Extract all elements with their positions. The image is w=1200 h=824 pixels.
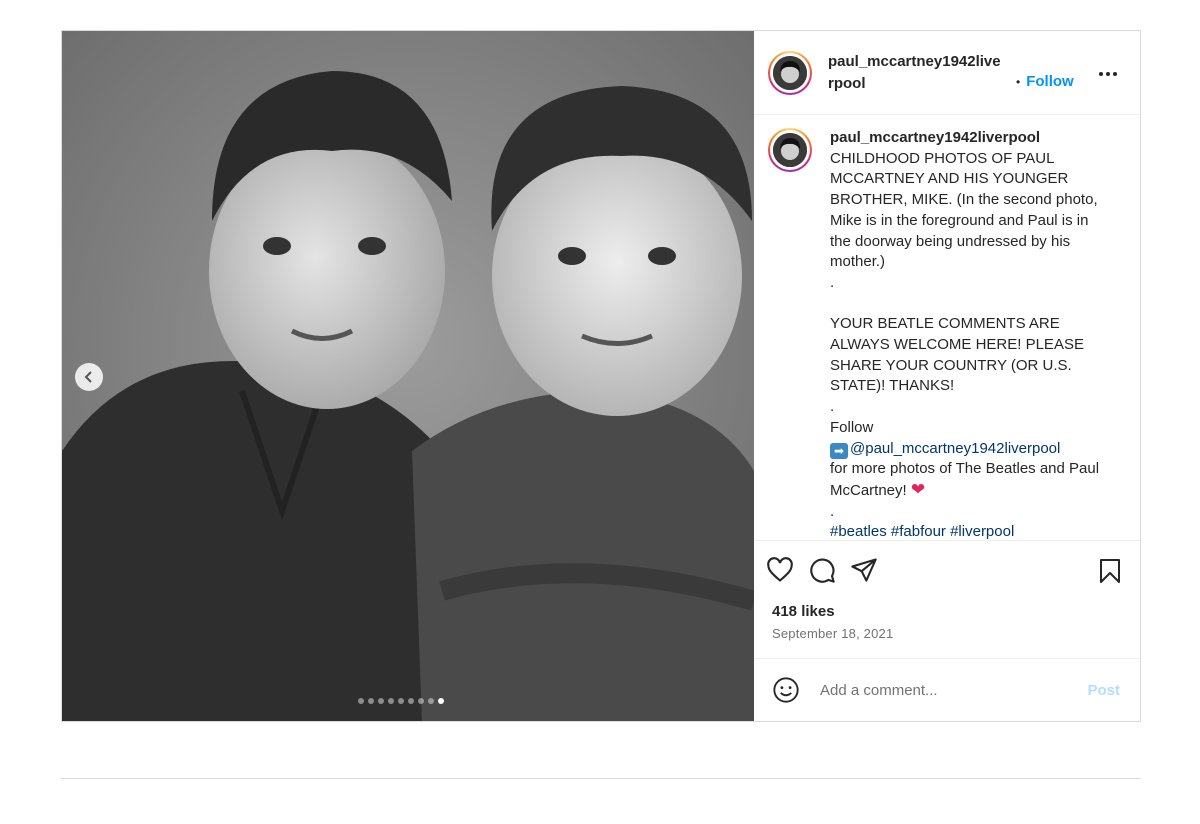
action-bar: [754, 541, 1140, 599]
post-card: paul_mccartney1942liverpool • Follow pau…: [61, 30, 1141, 722]
caption-paragraph: CHILDHOOD PHOTOS OF PAUL MCCARTNEY AND H…: [830, 149, 1102, 271]
carousel-dot: [378, 698, 384, 704]
post-header: paul_mccartney1942liverpool • Follow: [754, 31, 1140, 115]
bookmark-icon: [1100, 559, 1120, 583]
hashtag-links[interactable]: #beatles #fabfour #liverpool: [830, 522, 1110, 540]
section-divider: [61, 778, 1141, 779]
save-button[interactable]: [1098, 558, 1122, 589]
comment-input[interactable]: [818, 680, 1072, 700]
avatar[interactable]: [768, 50, 812, 95]
comment-bar: Post: [754, 658, 1140, 721]
comment-button[interactable]: [808, 556, 836, 584]
caption-paragraph: for more photos of The Beatles and Paul …: [830, 460, 1104, 499]
bullet-separator: •: [1016, 75, 1021, 89]
caption-avatar[interactable]: [768, 128, 812, 172]
caption-area: paul_mccartney1942liverpool CHILDHOOD PH…: [754, 115, 1140, 541]
more-button[interactable]: [1098, 64, 1118, 89]
carousel-dot: [418, 698, 424, 704]
red-heart-emoji-icon: ❤: [910, 479, 926, 499]
post-date: September 18, 2021: [772, 626, 894, 641]
follow-button[interactable]: Follow: [1026, 73, 1074, 90]
post-comment-button[interactable]: Post: [1087, 682, 1120, 699]
follow-group: • Follow: [1016, 73, 1074, 90]
caption-follow-word: Follow: [830, 418, 874, 436]
caption-paragraph: YOUR BEATLE COMMENTS ARE ALWAYS WELCOME …: [830, 315, 1089, 395]
share-icon: [851, 558, 877, 582]
carousel-dot: [368, 698, 374, 704]
caption-username[interactable]: paul_mccartney1942liverpool: [830, 128, 1110, 149]
caption-dot: .: [830, 273, 835, 291]
mention-link[interactable]: @paul_mccartney1942liverpool: [850, 440, 1060, 457]
likes-count[interactable]: 418 likes: [754, 603, 1140, 620]
comment-icon: [810, 558, 835, 583]
carousel-indicator: [358, 698, 444, 704]
carousel-dot: [388, 698, 394, 704]
carousel-dot-active: [438, 698, 444, 704]
carousel-dot: [408, 698, 414, 704]
caption-text: paul_mccartney1942liverpool CHILDHOOD PH…: [830, 128, 1110, 540]
caption-dot: .: [830, 502, 835, 520]
caption-mention-line: ➡ @paul_mccartney1942liverpool: [830, 439, 1110, 460]
heart-icon: [767, 557, 793, 582]
carousel-prev-button[interactable]: [75, 363, 103, 391]
carousel-dot: [398, 698, 404, 704]
emoji-icon: [773, 677, 799, 703]
header-username[interactable]: paul_mccartney1942liverpool: [828, 51, 1004, 95]
carousel-dot: [358, 698, 364, 704]
post-photo: [62, 31, 754, 721]
carousel-dot: [428, 698, 434, 704]
arrow-right-emoji-icon: ➡: [830, 442, 848, 459]
like-button[interactable]: [766, 556, 794, 584]
post-media[interactable]: [62, 31, 754, 721]
caption-spacer: [830, 294, 1110, 315]
chevron-left-icon: [84, 371, 92, 383]
more-icon: [1099, 72, 1117, 76]
avatar-image: [773, 55, 807, 90]
caption-dot: .: [830, 398, 835, 416]
share-button[interactable]: [850, 556, 878, 584]
avatar-image: [773, 133, 807, 167]
emoji-button[interactable]: [772, 676, 800, 704]
post-sidebar: paul_mccartney1942liverpool • Follow pau…: [754, 31, 1140, 721]
